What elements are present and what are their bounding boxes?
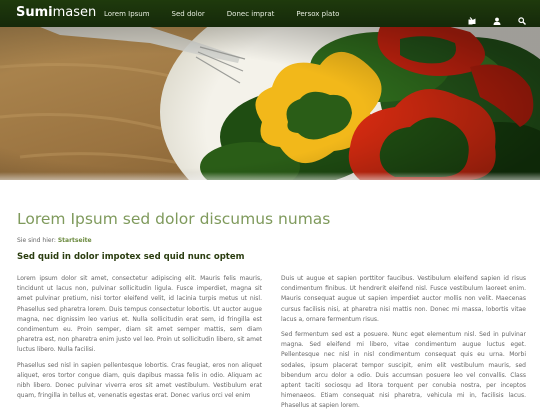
text-column-left: Lorem ipsum dolor sit amet, consectetur … — [17, 274, 262, 406]
logo-rest: masen — [52, 5, 97, 20]
logo-bold: Sumi — [16, 5, 53, 20]
hero-fade — [0, 172, 540, 188]
nav-item-lorem-ipsum[interactable]: Lorem Ipsum — [104, 10, 150, 18]
header-icons — [451, 0, 526, 27]
main-nav: Lorem Ipsum Sed dolor Donec imprat Perso… — [104, 0, 361, 27]
paragraph: Duis ut augue et sapien porttitor faucib… — [281, 275, 526, 323]
user-icon[interactable] — [493, 10, 501, 25]
nav-item-donec-imprat[interactable]: Donec imprat — [227, 10, 275, 18]
breadcrumb: Sie sind hier: Startseite — [17, 237, 92, 244]
hero-image-salad — [0, 27, 540, 180]
text-column-right: Duis ut augue et sapien porttitor faucib… — [281, 274, 526, 417]
page-title: Lorem Ipsum sed dolor discumus numas — [17, 210, 331, 228]
nav-item-sed-dolor[interactable]: Sed dolor — [172, 10, 205, 18]
nav-item-persox-plato[interactable]: Persox plato — [296, 10, 339, 18]
breadcrumb-link-home[interactable]: Startseite — [58, 237, 92, 244]
site-logo[interactable]: Sumimasen — [16, 5, 96, 20]
accessibility-icon[interactable] — [468, 10, 476, 24]
paragraph: Sed fermentum sed est a posuere. Nunc eg… — [281, 331, 526, 410]
search-icon[interactable] — [518, 10, 526, 25]
breadcrumb-prefix: Sie sind hier: — [17, 237, 56, 244]
section-subheading: Sed quid in dolor impotex sed quid nunc … — [17, 252, 245, 262]
paragraph: Phasellus sed nisl in sapien pellentesqu… — [17, 361, 262, 400]
top-navigation-bar: Sumimasen Lorem Ipsum Sed dolor Donec im… — [0, 0, 540, 27]
paragraph: Lorem ipsum dolor sit amet, consectetur … — [17, 275, 262, 354]
